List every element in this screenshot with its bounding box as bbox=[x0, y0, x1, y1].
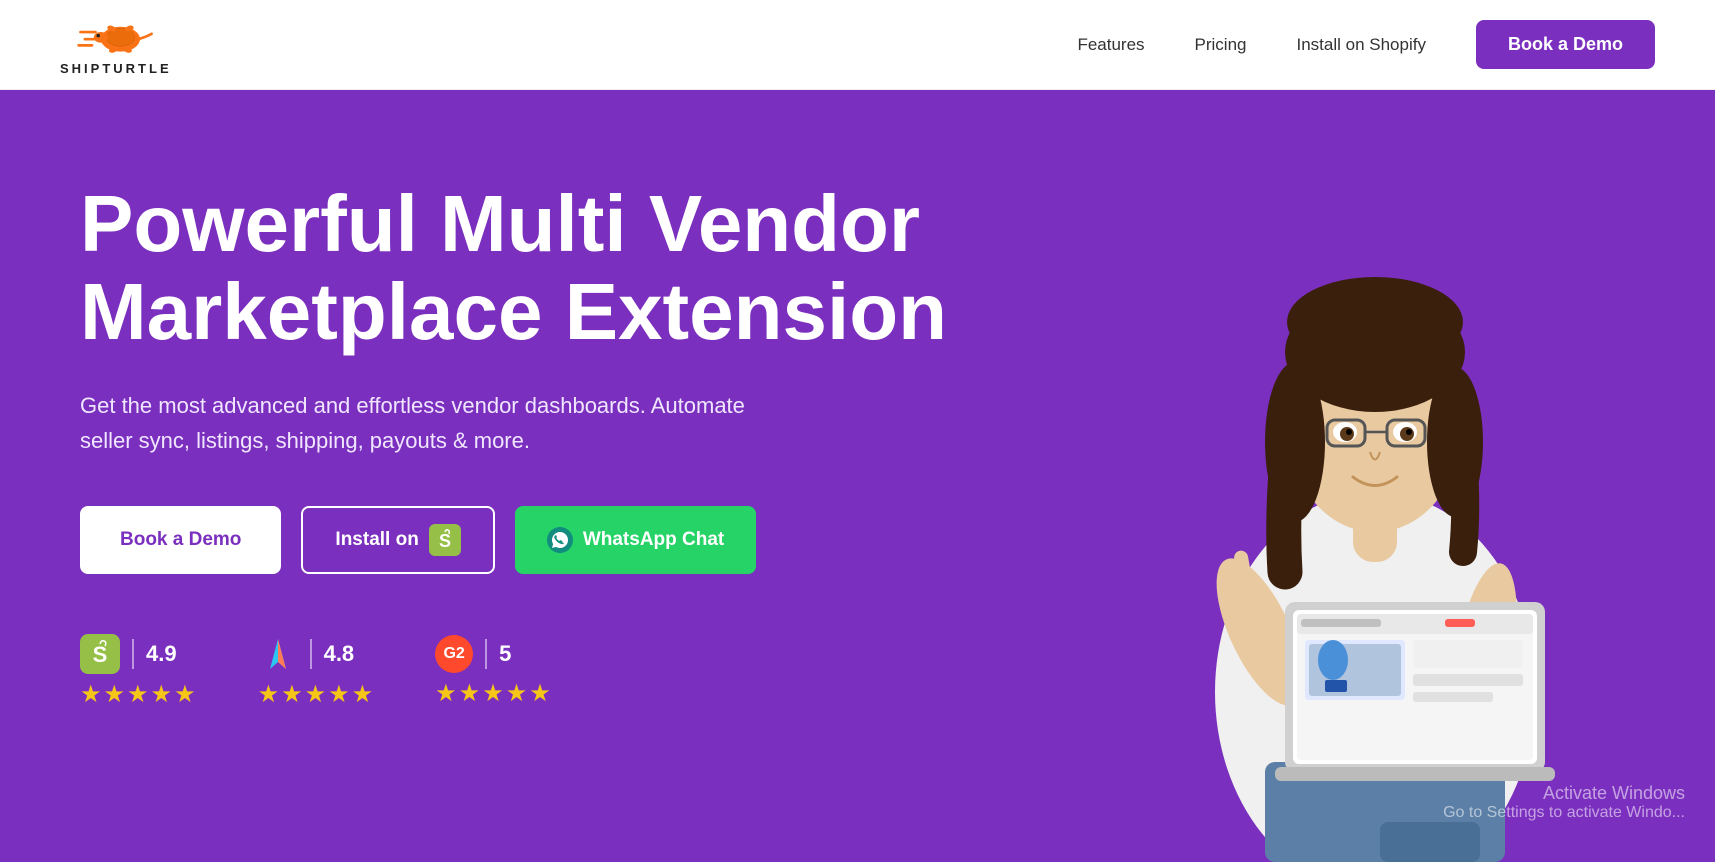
hero-book-demo-button[interactable]: Book a Demo bbox=[80, 506, 281, 574]
capterra-stars: ★★★★★ bbox=[258, 680, 376, 709]
hero-install-button[interactable]: Install on S bbox=[301, 506, 494, 574]
ratings-row: S 4.9 ★★★★★ 4.8 bbox=[80, 634, 1000, 709]
g2-stars: ★★★★★ bbox=[435, 679, 553, 708]
shopify-icon: S bbox=[429, 524, 461, 556]
divider bbox=[485, 639, 487, 669]
nav-pricing[interactable]: Pricing bbox=[1195, 35, 1247, 55]
logo-text: SHIPTURTLE bbox=[60, 61, 172, 76]
logo-icon bbox=[76, 14, 156, 59]
nav-features[interactable]: Features bbox=[1077, 35, 1144, 55]
navbar-book-demo-button[interactable]: Book a Demo bbox=[1476, 20, 1655, 69]
capterra-score: 4.8 bbox=[324, 641, 355, 667]
shopify-rating: S 4.9 ★★★★★ bbox=[80, 634, 198, 709]
shopify-stars: ★★★★★ bbox=[80, 680, 198, 709]
g2-rating-icon: G2 bbox=[435, 635, 473, 673]
logo[interactable]: SHIPTURTLE bbox=[60, 14, 172, 76]
hero-person-image bbox=[1035, 90, 1715, 862]
hero-title: Powerful Multi Vendor Marketplace Extens… bbox=[80, 180, 1000, 356]
g2-score: 5 bbox=[499, 641, 511, 667]
g2-rating: G2 5 ★★★★★ bbox=[435, 635, 553, 708]
whatsapp-icon bbox=[547, 527, 573, 553]
divider bbox=[132, 639, 134, 669]
hero-buttons: Book a Demo Install on S WhatsApp Chat bbox=[80, 506, 1000, 574]
hero-content: Powerful Multi Vendor Marketplace Extens… bbox=[80, 150, 1000, 709]
hero-subtitle: Get the most advanced and effortless ven… bbox=[80, 388, 760, 458]
navbar: SHIPTURTLE Features Pricing Install on S… bbox=[0, 0, 1715, 90]
shopify-rating-icon: S bbox=[80, 634, 120, 674]
nav-links: Features Pricing Install on Shopify Book… bbox=[1077, 20, 1655, 69]
hero-whatsapp-button[interactable]: WhatsApp Chat bbox=[515, 506, 756, 574]
hero-person-svg bbox=[1085, 112, 1665, 862]
hero-section: Powerful Multi Vendor Marketplace Extens… bbox=[0, 90, 1715, 862]
divider bbox=[310, 639, 312, 669]
nav-install[interactable]: Install on Shopify bbox=[1297, 35, 1426, 55]
shopify-score: 4.9 bbox=[146, 641, 177, 667]
capterra-rating: 4.8 ★★★★★ bbox=[258, 634, 376, 709]
capterra-rating-icon bbox=[258, 634, 298, 674]
